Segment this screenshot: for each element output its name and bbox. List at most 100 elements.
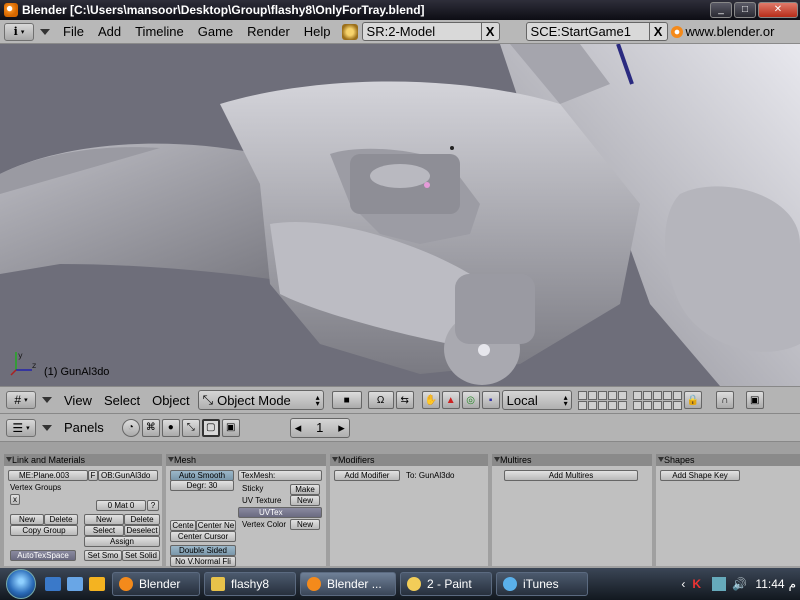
panel-title[interactable]: Mesh <box>166 454 326 466</box>
vertex-group-browse-button[interactable]: x <box>10 494 20 505</box>
pivot-button[interactable]: Ω <box>367 391 394 409</box>
clock-time[interactable]: 11:44 <box>755 577 784 591</box>
task-flashy8[interactable]: flashy8 <box>204 572 296 596</box>
close-button[interactable]: ✕ <box>758 2 798 18</box>
vgroup-new-button[interactable]: New <box>10 514 44 525</box>
texmesh-field[interactable]: TexMesh: <box>238 470 322 481</box>
material-deselect-button[interactable]: Deselect <box>124 525 160 536</box>
shading-context-button[interactable]: ● <box>161 418 180 437</box>
maximize-button[interactable]: □ <box>734 2 756 18</box>
editing-context-button[interactable]: ▢ <box>201 418 220 437</box>
degr-field[interactable]: Degr: 30 <box>170 480 234 491</box>
set-smooth-button[interactable]: Set Smo <box>84 550 122 561</box>
scale-manipulator[interactable]: ▪ <box>481 391 500 409</box>
copy-group-button[interactable]: Copy Group <box>10 525 78 536</box>
no-vnormal-flip-toggle[interactable]: No V.Normal Fli <box>170 556 236 567</box>
website-link[interactable]: www.blender.or <box>668 24 774 39</box>
media-player-icon[interactable] <box>89 577 105 591</box>
draw-type-button[interactable]: ■ <box>331 391 362 409</box>
network-icon[interactable] <box>712 577 727 591</box>
menu-select[interactable]: Select <box>98 393 146 408</box>
info-window-button[interactable]: i ▾ <box>4 22 34 41</box>
editor-type-button[interactable]: ☰ ▾ <box>6 418 36 437</box>
menu-timeline[interactable]: Timeline <box>128 24 191 39</box>
material-delete-button[interactable]: Delete <box>124 514 160 525</box>
panels-menu[interactable]: Panels <box>58 420 110 435</box>
scene-context-button[interactable]: ▣ <box>221 418 240 437</box>
material-select-button[interactable]: Select <box>84 525 124 536</box>
prev-frame-icon[interactable]: ◂ <box>295 420 302 436</box>
menu-add[interactable]: Add <box>91 24 128 39</box>
add-multires-button[interactable]: Add Multires <box>504 470 638 481</box>
menu-object[interactable]: Object <box>146 393 196 408</box>
mesh-name-field[interactable]: ME:Plane.003 <box>8 470 88 481</box>
scene-field[interactable]: SCE:StartGame1 X <box>525 22 668 41</box>
collapse-menu-icon[interactable] <box>42 397 52 403</box>
task-paint[interactable]: 2 - Paint <box>400 572 492 596</box>
show-desktop-icon[interactable] <box>45 577 61 591</box>
layer-buttons-2[interactable] <box>632 390 682 410</box>
rotate-manipulator[interactable]: ◎ <box>461 391 480 409</box>
snap-button[interactable]: ⇆ <box>395 391 414 409</box>
center-new-button[interactable]: Center Ne <box>196 520 236 531</box>
collapse-menu-icon[interactable] <box>40 28 50 35</box>
editor-type-button[interactable]: # ▾ <box>6 391 36 409</box>
vgroup-delete-button[interactable]: Delete <box>44 514 78 525</box>
lock-layer-button[interactable]: 🔒 <box>683 391 702 409</box>
screen-browse-icon[interactable] <box>341 23 358 40</box>
start-button[interactable] <box>0 568 42 600</box>
dropdown-arrows-icon: ▴ ▾ <box>315 393 320 408</box>
set-solid-button[interactable]: Set Solid <box>122 550 160 561</box>
add-shape-key-button[interactable]: Add Shape Key <box>660 470 740 481</box>
mode-select[interactable]: ⤡ Object Mode ▴ ▾ <box>197 390 324 410</box>
material-index-field[interactable]: 0 Mat 0 <box>96 500 146 511</box>
panel-title[interactable]: Shapes <box>656 454 800 466</box>
sticky-make-button[interactable]: Make <box>290 484 320 495</box>
object-context-button[interactable]: ⤡ <box>181 418 200 437</box>
tray-expand-icon[interactable]: ‹ <box>681 577 685 591</box>
add-modifier-button[interactable]: Add Modifier <box>334 470 400 481</box>
task-itunes[interactable]: iTunes <box>496 572 588 596</box>
logic-context-button[interactable]: ◔ <box>121 418 140 437</box>
material-new-button[interactable]: New <box>84 514 124 525</box>
vertex-color-new-button[interactable]: New <box>290 519 320 530</box>
double-sided-toggle[interactable]: Double Sided <box>170 545 236 556</box>
task-blender-1[interactable]: Blender <box>112 572 200 596</box>
panel-title[interactable]: Multires <box>492 454 652 466</box>
center-cursor-button[interactable]: Center Cursor <box>170 531 236 542</box>
menu-render[interactable]: Render <box>240 24 297 39</box>
switch-windows-icon[interactable] <box>67 577 83 591</box>
menu-view[interactable]: View <box>58 393 98 408</box>
volume-icon[interactable]: 🔊 <box>732 577 747 591</box>
translate-manipulator[interactable]: ▲ <box>441 391 460 409</box>
panel-title[interactable]: Link and Materials <box>4 454 162 466</box>
collapse-menu-icon[interactable] <box>42 424 52 431</box>
menu-help[interactable]: Help <box>297 24 338 39</box>
menu-file[interactable]: File <box>56 24 91 39</box>
task-blender-2[interactable]: Blender ... <box>300 572 396 596</box>
delete-scene-button[interactable]: X <box>648 23 667 40</box>
uvtex-layer[interactable]: UVTex <box>238 507 322 518</box>
material-assign-button[interactable]: Assign <box>84 536 160 547</box>
manipulator-toggle[interactable]: ✋ <box>421 391 440 409</box>
menu-game[interactable]: Game <box>191 24 240 39</box>
frame-counter[interactable]: ◂ 1 ▸ <box>289 417 350 438</box>
script-context-button[interactable]: ⌘ <box>141 418 160 437</box>
antivirus-icon[interactable]: K <box>692 577 706 591</box>
render-button[interactable]: ▣ <box>745 391 764 409</box>
centre-button[interactable]: Cente <box>170 520 196 531</box>
object-name-field[interactable]: OB:GunAl3do <box>98 470 158 481</box>
screen-field[interactable]: SR:2-Model X <box>361 22 500 41</box>
uv-texture-new-button[interactable]: New <box>290 495 320 506</box>
delete-screen-button[interactable]: X <box>480 23 499 40</box>
panel-title[interactable]: Modifiers <box>330 454 488 466</box>
link-scene-button[interactable]: ∩ <box>715 391 734 409</box>
fake-user-button[interactable]: F <box>88 470 98 481</box>
layer-buttons-1[interactable] <box>577 390 627 410</box>
minimize-button[interactable]: _ <box>710 2 732 18</box>
autotexspace-toggle[interactable]: AutoTexSpace <box>10 550 76 561</box>
next-frame-icon[interactable]: ▸ <box>338 420 345 436</box>
orientation-select[interactable]: Local ▴ ▾ <box>501 390 572 410</box>
material-help-button[interactable]: ? <box>147 500 159 511</box>
3d-viewport[interactable]: (1) GunAl3do y z <box>0 44 800 386</box>
